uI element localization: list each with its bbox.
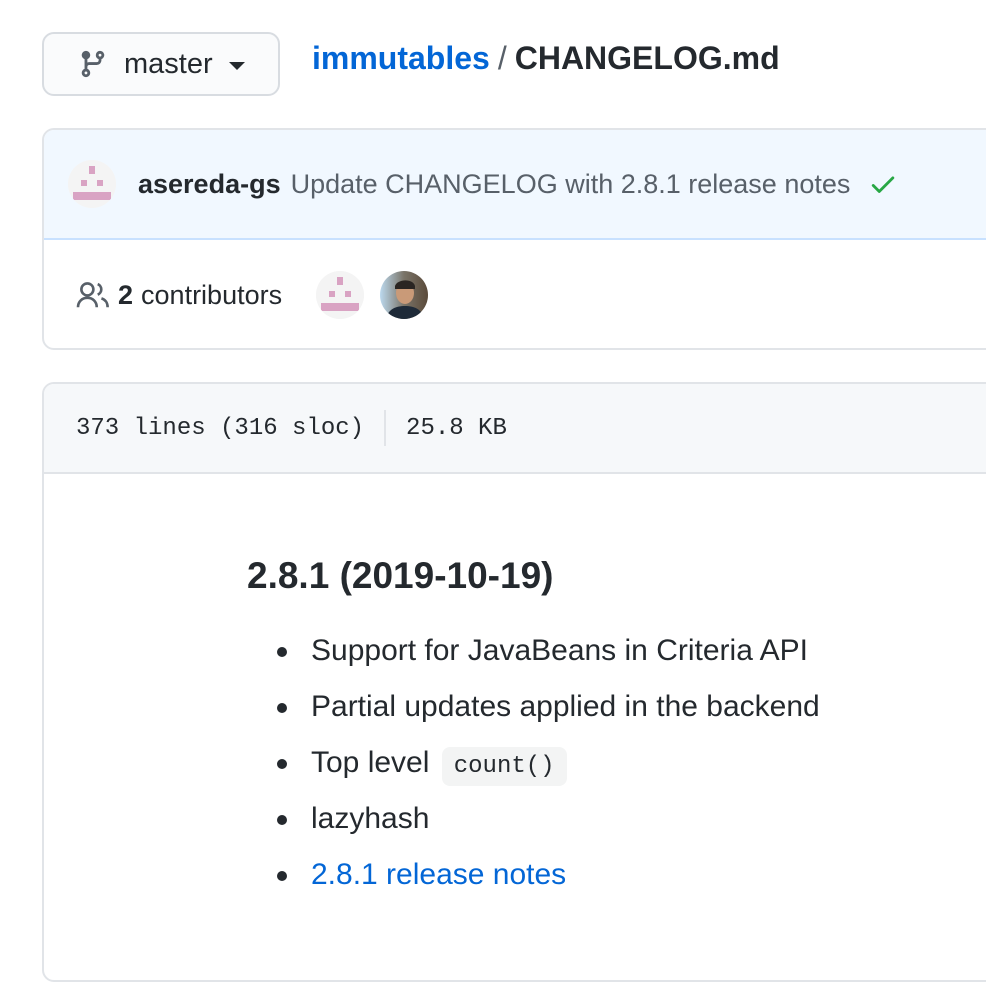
commit-message[interactable]: Update CHANGELOG with 2.8.1 release note… (291, 169, 851, 200)
inline-code: count() (441, 747, 567, 786)
contributors-count[interactable]: 2 (118, 280, 133, 311)
file-view: 373 lines (316 sloc) 25.8 KB 2.8.1 (2019… (42, 382, 986, 982)
identicon-avatar-icon (316, 271, 365, 319)
commit-author[interactable]: asereda-gs (138, 169, 281, 200)
latest-commit-box: asereda-gs Update CHANGELOG with 2.8.1 r… (42, 128, 986, 350)
list-item-text: Top level (311, 746, 430, 779)
breadcrumb: immutables / CHANGELOG.md (312, 38, 780, 78)
list-item-text: lazyhash (311, 802, 430, 835)
file-line-count: 373 lines (316 sloc) (76, 414, 365, 442)
branch-select-button[interactable]: master (42, 32, 280, 96)
caret-down-icon (228, 62, 245, 70)
release-notes-link[interactable]: 2.8.1 release notes (311, 858, 566, 891)
list-item-text: Support for JavaBeans in Criteria API (311, 634, 808, 667)
branch-label: master (124, 47, 213, 80)
markdown-body: 2.8.1 (2019-10-19) Support for JavaBeans… (247, 552, 820, 912)
breadcrumb-file-name: CHANGELOG.md (514, 40, 780, 76)
file-size: 25.8 KB (406, 414, 507, 442)
release-notes-list: Support for JavaBeans in Criteria API Pa… (247, 632, 820, 912)
identicon-avatar-icon (68, 160, 116, 208)
file-info-bar: 373 lines (316 sloc) 25.8 KB (44, 384, 986, 474)
contributors-row: 2 contributors (44, 240, 986, 348)
people-icon (76, 282, 109, 308)
contributor-avatar[interactable] (380, 271, 429, 319)
breadcrumb-repo-link[interactable]: immutables (312, 40, 490, 76)
list-item: lazyhash (247, 800, 820, 856)
user-photo-icon (380, 271, 429, 319)
breadcrumb-separator: / (497, 40, 507, 76)
list-item-text: Partial updates applied in the backend (311, 690, 820, 723)
contributor-avatar[interactable] (316, 271, 365, 319)
list-item: 2.8.1 release notes (247, 856, 820, 912)
git-branch-icon (81, 50, 105, 78)
latest-commit-row: asereda-gs Update CHANGELOG with 2.8.1 r… (44, 130, 986, 240)
check-icon[interactable] (868, 169, 898, 199)
file-info-divider (384, 410, 387, 446)
contributors-label[interactable]: contributors (141, 280, 282, 311)
release-heading: 2.8.1 (2019-10-19) (247, 555, 554, 596)
list-item: Top level count() (247, 744, 820, 800)
list-item: Partial updates applied in the backend (247, 688, 820, 744)
list-item: Support for JavaBeans in Criteria API (247, 632, 820, 688)
author-avatar[interactable] (68, 160, 116, 208)
